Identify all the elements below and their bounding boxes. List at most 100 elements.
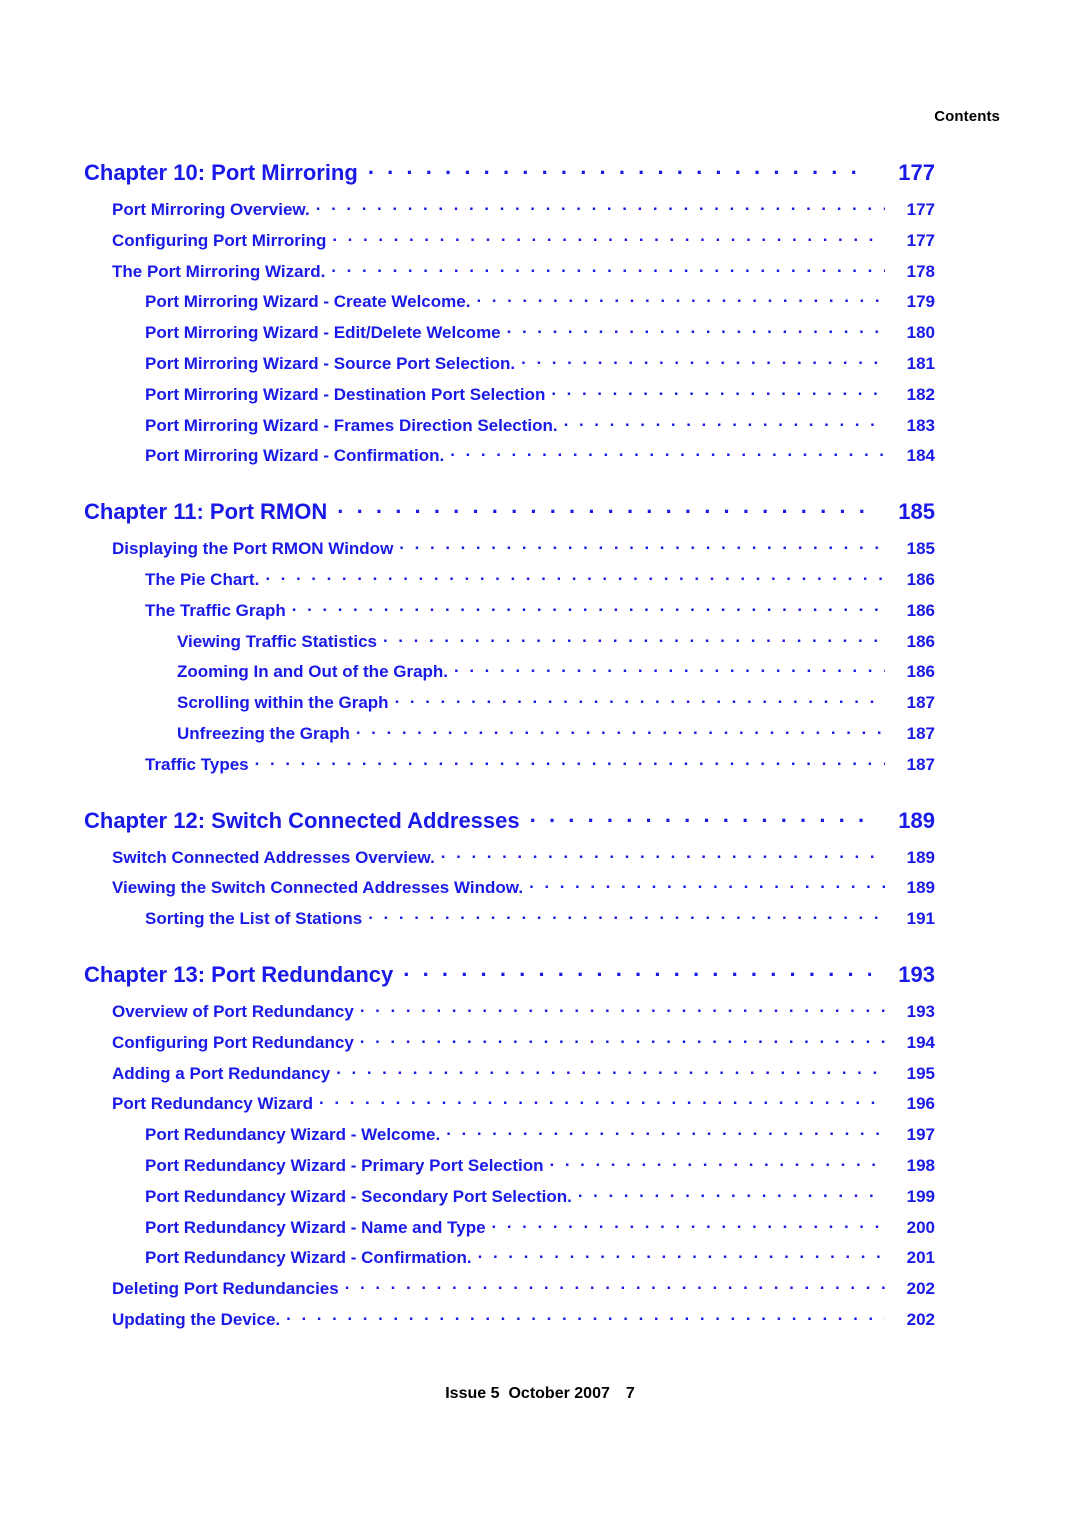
toc-page-number: 187 (906, 723, 935, 743)
toc-dot-leader: ........................................… (476, 290, 885, 307)
toc-entry-row[interactable]: Viewing Traffic Statistics..............… (0, 630, 1080, 661)
toc-entry-row[interactable]: Switch Connected Addresses Overview.....… (0, 846, 1080, 877)
toc-entry-row[interactable]: Displaying the Port RMON Window.........… (0, 537, 1080, 568)
toc-entry-row[interactable]: Port Mirroring Overview.................… (0, 198, 1080, 229)
toc-dot-leader: ........................................… (319, 1092, 885, 1109)
toc-entry-row[interactable]: Port Redundancy Wizard..................… (0, 1092, 1080, 1123)
toc-page-number: 185 (898, 499, 935, 525)
toc-page-number: 189 (898, 807, 935, 833)
toc-dot-leader: ........................................… (355, 721, 885, 738)
toc-page-number: 200 (906, 1217, 935, 1237)
toc-entry-row[interactable]: Port Redundancy Wizard - Secondary Port … (0, 1185, 1080, 1216)
toc-entry-row[interactable]: The Pie Chart...........................… (0, 568, 1080, 599)
toc-entry-title: Port Redundancy Wizard - Secondary Port … (145, 1186, 572, 1206)
toc-dot-leader: ........................................… (563, 413, 885, 430)
toc-dot-leader: ........................................… (446, 1123, 885, 1140)
toc-entry-row[interactable]: Configuring Port Redundancy.............… (0, 1031, 1080, 1062)
toc-entry-row[interactable]: Port Redundancy Wizard - Name and Type..… (0, 1216, 1080, 1247)
toc-entry-row[interactable]: Unfreezing the Graph....................… (0, 722, 1080, 753)
toc-page-number: 199 (906, 1186, 935, 1206)
toc-dot-leader: ........................................… (331, 259, 885, 276)
toc-page-number: 183 (906, 415, 935, 435)
toc-entry-row[interactable]: Viewing the Switch Connected Addresses W… (0, 876, 1080, 907)
toc-dot-leader: ........................................… (440, 845, 885, 862)
toc-dot-leader: ........................................… (254, 752, 885, 769)
footer-date: October 2007 (508, 1385, 610, 1402)
toc-dot-leader: ........................................… (403, 959, 871, 981)
toc-entry-row[interactable]: Port Mirroring Wizard - Confirmation....… (0, 444, 1080, 475)
toc-dot-leader: ........................................… (477, 1246, 885, 1263)
toc-page-number: 198 (906, 1155, 935, 1175)
toc-entry-row[interactable]: Port Mirroring Wizard - Create Welcome..… (0, 290, 1080, 321)
toc-entry-title: Displaying the Port RMON Window (112, 539, 394, 559)
toc-entry-row[interactable]: Zooming In and Out of the Graph.........… (0, 660, 1080, 691)
toc-page-number: 178 (906, 261, 935, 281)
toc-dot-leader: ........................................… (577, 1184, 885, 1201)
toc-entry-row[interactable]: The Port Mirroring Wizard...............… (0, 260, 1080, 291)
toc-entry-title: Port Mirroring Overview. (112, 200, 310, 219)
toc-entry-row[interactable]: Port Redundancy Wizard - Welcome........… (0, 1123, 1080, 1154)
toc-page-number: 202 (906, 1309, 935, 1329)
toc-page-number: 179 (906, 292, 935, 312)
toc-dot-leader: ........................................… (265, 567, 885, 584)
toc-chapter-row[interactable]: Chapter 13: Port Redundancy.............… (0, 960, 1080, 1000)
toc-entry-title: Port Mirroring Wizard - Frames Direction… (145, 415, 558, 435)
toc-entry-title: Port Mirroring Wizard - Confirmation. (145, 446, 445, 466)
toc-entry-title: Unfreezing the Graph (177, 723, 350, 743)
toc-page-number: 196 (906, 1094, 935, 1114)
toc-page-number: 189 (906, 878, 935, 898)
toc-entry-row[interactable]: Port Mirroring Wizard - Frames Direction… (0, 414, 1080, 445)
toc-dot-leader: ........................................… (315, 198, 885, 214)
toc-entry-title: Port Redundancy Wizard - Confirmation. (145, 1248, 472, 1268)
toc-page-number: 180 (906, 323, 935, 343)
toc-entry-row[interactable]: Sorting the List of Stations............… (0, 907, 1080, 938)
toc-entry-row[interactable]: Port Mirroring Wizard - Source Port Sele… (0, 352, 1080, 383)
toc-page-number: 187 (906, 754, 935, 774)
toc-chapter-row[interactable]: Chapter 12: Switch Connected Addresses..… (0, 806, 1080, 846)
toc-chapter-row[interactable]: Chapter 11: Port RMON...................… (0, 497, 1080, 537)
toc-dot-leader: ........................................… (344, 1277, 885, 1294)
toc-dot-leader: ........................................… (394, 691, 885, 708)
toc-page-number: 182 (906, 384, 935, 404)
toc-page-number: 187 (906, 693, 935, 713)
toc-entry-title: Port Mirroring Wizard - Destination Port… (145, 384, 546, 404)
toc-entry-row[interactable]: Port Mirroring Wizard - Edit/Delete Welc… (0, 321, 1080, 352)
toc-entry-row[interactable]: Configuring Port Mirroring..............… (0, 229, 1080, 260)
toc-page-number: 191 (906, 909, 935, 929)
toc-entry-title: Sorting the List of Stations (145, 909, 363, 929)
page-footer: Issue 5 October 2007 7 (0, 1385, 1080, 1403)
footer-issue: Issue 5 (445, 1385, 500, 1402)
toc-entry-title: Scrolling within the Graph (177, 693, 389, 713)
toc-entry-title: The Port Mirroring Wizard. (112, 261, 326, 281)
toc-entry-row[interactable]: The Traffic Graph.......................… (0, 599, 1080, 630)
toc-entry-title: Viewing Traffic Statistics (177, 631, 377, 651)
toc-entry-row[interactable]: Port Mirroring Wizard - Destination Port… (0, 383, 1080, 414)
toc-entry-row[interactable]: Port Redundancy Wizard - Confirmation...… (0, 1246, 1080, 1277)
toc-entry-title: Viewing the Switch Connected Addresses W… (112, 878, 524, 898)
toc-chapter-row[interactable]: Chapter 10: Port Mirroring..............… (0, 158, 1080, 198)
running-head-contents: Contents (934, 108, 1000, 125)
footer-page-number: 7 (625, 1385, 635, 1402)
toc-entry-title: Port Mirroring Wizard - Create Welcome. (145, 292, 471, 312)
toc-page-number: 177 (906, 200, 935, 219)
toc-dot-leader: ........................................… (286, 1307, 885, 1324)
toc-entry-title: Traffic Types (145, 754, 249, 774)
toc-entry-title: Port Redundancy Wizard - Primary Port Se… (145, 1155, 544, 1175)
toc-page-number: 193 (906, 1001, 935, 1021)
toc-entry-row[interactable]: Updating the Device.....................… (0, 1308, 1080, 1339)
toc-entry-row[interactable]: Scrolling within the Graph..............… (0, 691, 1080, 722)
toc-page-number: 189 (906, 847, 935, 867)
toc-entry-row[interactable]: Overview of Port Redundancy.............… (0, 1000, 1080, 1031)
toc-dot-leader: ........................................… (529, 876, 885, 893)
toc-entry-row[interactable]: Deleting Port Redundancies..............… (0, 1277, 1080, 1308)
toc-entry-row[interactable]: Adding a Port Redundancy................… (0, 1062, 1080, 1093)
toc-page-number: 186 (906, 662, 935, 682)
toc-entry-title: Chapter 12: Switch Connected Addresses (84, 807, 520, 833)
toc-dot-leader: ........................................… (549, 1153, 886, 1170)
toc-entry-row[interactable]: Port Redundancy Wizard - Primary Port Se… (0, 1154, 1080, 1185)
toc-entry-title: Configuring Port Redundancy (112, 1032, 354, 1052)
toc-page-number: 186 (906, 569, 935, 589)
toc-entry-row[interactable]: Traffic Types...........................… (0, 753, 1080, 784)
toc-entry-title: Zooming In and Out of the Graph. (177, 662, 449, 682)
toc-entry-title: Configuring Port Mirroring (112, 230, 327, 250)
